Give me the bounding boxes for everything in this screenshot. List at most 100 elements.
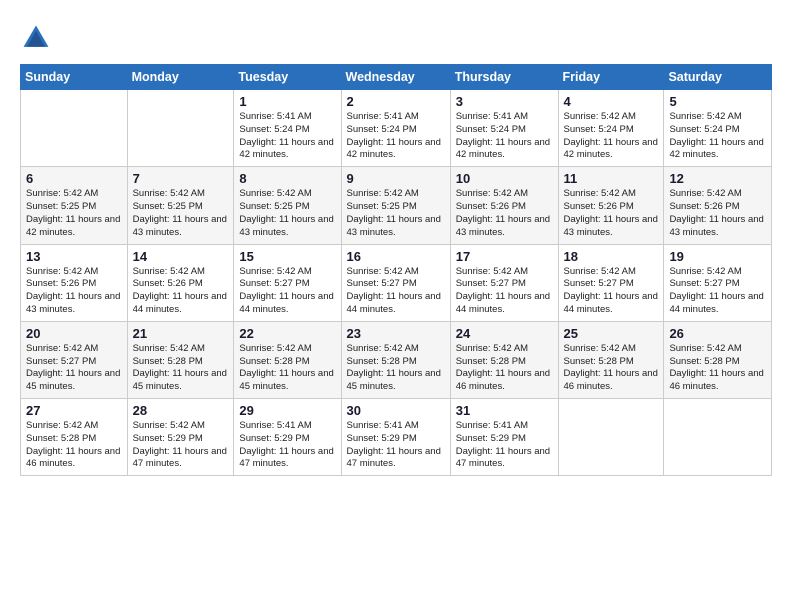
calendar-day-cell: 29Sunrise: 5:41 AM Sunset: 5:29 PM Dayli… — [234, 399, 341, 476]
day-info: Sunrise: 5:41 AM Sunset: 5:24 PM Dayligh… — [456, 111, 553, 162]
day-number: 6 — [26, 171, 122, 186]
day-info: Sunrise: 5:42 AM Sunset: 5:25 PM Dayligh… — [239, 188, 335, 239]
calendar-day-cell: 14Sunrise: 5:42 AM Sunset: 5:26 PM Dayli… — [127, 244, 234, 321]
calendar-day-cell: 4 Sunrise: 5:42 AM Sunset: 5:24 PM Daylig… — [558, 90, 664, 167]
day-info: Sunrise: 5:42 AM Sunset: 5:24 PM Dayligh… — [669, 111, 766, 162]
calendar-week-row: 20 Sunrise: 5:42 AM Sunset: 5:27 PM Dayli… — [21, 321, 772, 398]
calendar-day-cell: 28Sunrise: 5:42 AM Sunset: 5:29 PM Dayli… — [127, 399, 234, 476]
day-info: Sunrise: 5:42 AM Sunset: 5:27 PM Dayligh… — [347, 266, 445, 317]
day-number: 26 — [669, 326, 766, 341]
calendar-day-cell: 8 Sunrise: 5:42 AM Sunset: 5:25 PM Daylig… — [234, 167, 341, 244]
day-number: 2 — [347, 94, 445, 109]
day-number: 19 — [669, 249, 766, 264]
calendar-day-cell: 11 Sunrise: 5:42 AM Sunset: 5:26 PM Dayli… — [558, 167, 664, 244]
day-number: 17 — [456, 249, 553, 264]
calendar-day-cell: 30 Sunrise: 5:41 AM Sunset: 5:29 PM Dayli… — [341, 399, 450, 476]
day-info: Sunrise: 5:42 AM Sunset: 5:28 PM Dayligh… — [26, 420, 122, 471]
day-number: 10 — [456, 171, 553, 186]
calendar-day-cell: 1 Sunrise: 5:41 AM Sunset: 5:24 PM Daylig… — [234, 90, 341, 167]
calendar-day-cell: 17 Sunrise: 5:42 AM Sunset: 5:27 PM Dayli… — [450, 244, 558, 321]
day-info: Sunrise: 5:42 AM Sunset: 5:25 PM Dayligh… — [26, 188, 122, 239]
calendar-day-cell: 27 Sunrise: 5:42 AM Sunset: 5:28 PM Dayli… — [21, 399, 128, 476]
day-number: 24 — [456, 326, 553, 341]
day-info: Sunrise: 5:42 AM Sunset: 5:27 PM Dayligh… — [669, 266, 766, 317]
calendar-week-row: 27 Sunrise: 5:42 AM Sunset: 5:28 PM Dayli… — [21, 399, 772, 476]
day-number: 1 — [239, 94, 335, 109]
day-number: 23 — [347, 326, 445, 341]
calendar-header-row: SundayMondayTuesdayWednesdayThursdayFrid… — [21, 65, 772, 90]
calendar-day-cell: 16 Sunrise: 5:42 AM Sunset: 5:27 PM Dayli… — [341, 244, 450, 321]
day-info: Sunrise: 5:42 AM Sunset: 5:26 PM Dayligh… — [669, 188, 766, 239]
day-number: 30 — [347, 403, 445, 418]
day-info: Sunrise: 5:42 AM Sunset: 5:27 PM Dayligh… — [456, 266, 553, 317]
day-number: 5 — [669, 94, 766, 109]
day-info: Sunrise: 5:42 AM Sunset: 5:29 PM Dayligh… — [133, 420, 229, 471]
day-number: 21 — [133, 326, 229, 341]
calendar-header-sunday: Sunday — [21, 65, 128, 90]
calendar-day-cell: 15 Sunrise: 5:42 AM Sunset: 5:27 PM Dayli… — [234, 244, 341, 321]
calendar-day-cell: 23 Sunrise: 5:42 AM Sunset: 5:28 PM Dayli… — [341, 321, 450, 398]
calendar-day-cell: 25 Sunrise: 5:42 AM Sunset: 5:28 PM Dayli… — [558, 321, 664, 398]
day-info: Sunrise: 5:42 AM Sunset: 5:28 PM Dayligh… — [239, 343, 335, 394]
calendar-day-cell — [664, 399, 772, 476]
day-info: Sunrise: 5:41 AM Sunset: 5:24 PM Dayligh… — [347, 111, 445, 162]
day-info: Sunrise: 5:42 AM Sunset: 5:28 PM Dayligh… — [669, 343, 766, 394]
day-info: Sunrise: 5:42 AM Sunset: 5:28 PM Dayligh… — [456, 343, 553, 394]
day-number: 7 — [133, 171, 229, 186]
day-number: 20 — [26, 326, 122, 341]
day-number: 22 — [239, 326, 335, 341]
calendar-day-cell: 3 Sunrise: 5:41 AM Sunset: 5:24 PM Daylig… — [450, 90, 558, 167]
day-number: 27 — [26, 403, 122, 418]
calendar-day-cell — [558, 399, 664, 476]
calendar-header-friday: Friday — [558, 65, 664, 90]
calendar-week-row: 13Sunrise: 5:42 AM Sunset: 5:26 PM Dayli… — [21, 244, 772, 321]
calendar-day-cell: 5 Sunrise: 5:42 AM Sunset: 5:24 PM Daylig… — [664, 90, 772, 167]
logo-icon — [20, 22, 52, 54]
calendar-day-cell — [127, 90, 234, 167]
day-number: 15 — [239, 249, 335, 264]
day-number: 16 — [347, 249, 445, 264]
calendar-day-cell: 13Sunrise: 5:42 AM Sunset: 5:26 PM Dayli… — [21, 244, 128, 321]
day-number: 12 — [669, 171, 766, 186]
calendar-day-cell: 9 Sunrise: 5:42 AM Sunset: 5:25 PM Daylig… — [341, 167, 450, 244]
day-info: Sunrise: 5:42 AM Sunset: 5:27 PM Dayligh… — [239, 266, 335, 317]
day-info: Sunrise: 5:41 AM Sunset: 5:29 PM Dayligh… — [239, 420, 335, 471]
day-info: Sunrise: 5:42 AM Sunset: 5:28 PM Dayligh… — [133, 343, 229, 394]
day-number: 25 — [564, 326, 659, 341]
calendar-header-thursday: Thursday — [450, 65, 558, 90]
day-number: 3 — [456, 94, 553, 109]
day-number: 13 — [26, 249, 122, 264]
calendar-week-row: 1 Sunrise: 5:41 AM Sunset: 5:24 PM Daylig… — [21, 90, 772, 167]
calendar-day-cell: 10 Sunrise: 5:42 AM Sunset: 5:26 PM Dayli… — [450, 167, 558, 244]
calendar-table: SundayMondayTuesdayWednesdayThursdayFrid… — [20, 64, 772, 476]
day-number: 8 — [239, 171, 335, 186]
day-info: Sunrise: 5:42 AM Sunset: 5:27 PM Dayligh… — [26, 343, 122, 394]
calendar-day-cell: 6 Sunrise: 5:42 AM Sunset: 5:25 PM Daylig… — [21, 167, 128, 244]
day-info: Sunrise: 5:41 AM Sunset: 5:29 PM Dayligh… — [456, 420, 553, 471]
day-info: Sunrise: 5:42 AM Sunset: 5:28 PM Dayligh… — [347, 343, 445, 394]
day-info: Sunrise: 5:42 AM Sunset: 5:25 PM Dayligh… — [347, 188, 445, 239]
calendar-header-monday: Monday — [127, 65, 234, 90]
calendar-header-saturday: Saturday — [664, 65, 772, 90]
calendar-day-cell: 22 Sunrise: 5:42 AM Sunset: 5:28 PM Dayli… — [234, 321, 341, 398]
calendar-header-tuesday: Tuesday — [234, 65, 341, 90]
day-info: Sunrise: 5:42 AM Sunset: 5:26 PM Dayligh… — [456, 188, 553, 239]
calendar-week-row: 6 Sunrise: 5:42 AM Sunset: 5:25 PM Daylig… — [21, 167, 772, 244]
day-info: Sunrise: 5:42 AM Sunset: 5:24 PM Dayligh… — [564, 111, 659, 162]
day-info: Sunrise: 5:42 AM Sunset: 5:26 PM Dayligh… — [564, 188, 659, 239]
day-info: Sunrise: 5:42 AM Sunset: 5:28 PM Dayligh… — [564, 343, 659, 394]
calendar-header-wednesday: Wednesday — [341, 65, 450, 90]
day-info: Sunrise: 5:41 AM Sunset: 5:24 PM Dayligh… — [239, 111, 335, 162]
day-number: 4 — [564, 94, 659, 109]
page-header — [20, 18, 772, 54]
day-info: Sunrise: 5:41 AM Sunset: 5:29 PM Dayligh… — [347, 420, 445, 471]
calendar-day-cell: 18Sunrise: 5:42 AM Sunset: 5:27 PM Dayli… — [558, 244, 664, 321]
day-number: 31 — [456, 403, 553, 418]
calendar-day-cell: 20 Sunrise: 5:42 AM Sunset: 5:27 PM Dayli… — [21, 321, 128, 398]
calendar-day-cell: 19 Sunrise: 5:42 AM Sunset: 5:27 PM Dayli… — [664, 244, 772, 321]
day-info: Sunrise: 5:42 AM Sunset: 5:25 PM Dayligh… — [133, 188, 229, 239]
calendar-day-cell: 2 Sunrise: 5:41 AM Sunset: 5:24 PM Daylig… — [341, 90, 450, 167]
day-number: 9 — [347, 171, 445, 186]
day-number: 11 — [564, 171, 659, 186]
calendar-day-cell: 24 Sunrise: 5:42 AM Sunset: 5:28 PM Dayli… — [450, 321, 558, 398]
